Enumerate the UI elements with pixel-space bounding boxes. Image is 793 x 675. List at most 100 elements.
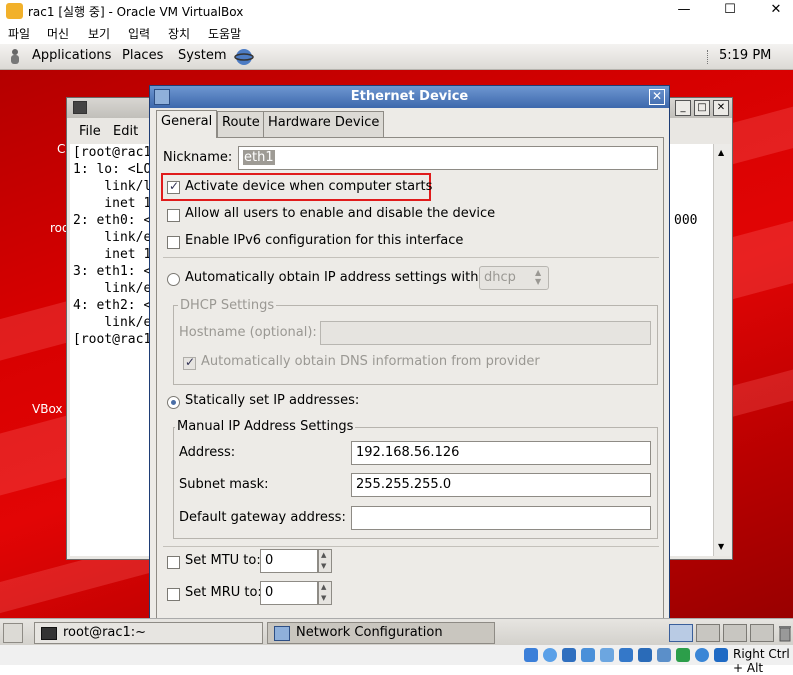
- allow-users-label[interactable]: Allow all users to enable and disable th…: [185, 206, 495, 221]
- separator: [163, 257, 659, 258]
- hdd-icon[interactable]: [524, 648, 538, 662]
- terminal-minimize-button[interactable]: _: [675, 100, 691, 116]
- task-network-label: Network Configuration: [296, 625, 443, 640]
- subnet-label: Subnet mask:: [179, 477, 269, 492]
- network-icon[interactable]: [581, 648, 595, 662]
- dns-checkbox[interactable]: [183, 355, 196, 370]
- spin-arrows-icon: ▲ ▼: [535, 268, 542, 286]
- hostname-label: Hostname (optional):: [179, 325, 317, 340]
- virtualbox-icon: [6, 3, 23, 19]
- display-icon[interactable]: [638, 648, 652, 662]
- menu-devices[interactable]: 장치: [168, 25, 190, 42]
- host-status-bar: Right Ctrl + Alt: [0, 645, 793, 675]
- panel-applications-menu[interactable]: Applications: [32, 48, 111, 63]
- mouse-integration-icon[interactable]: [695, 648, 709, 662]
- menu-view[interactable]: 보기: [88, 25, 110, 42]
- mru-input[interactable]: 0: [260, 581, 318, 605]
- foot-menu-icon[interactable]: [7, 48, 23, 65]
- terminal-menu-file[interactable]: File: [79, 124, 101, 139]
- nickname-label: Nickname:: [163, 150, 233, 165]
- tab-hardware-device[interactable]: Hardware Device: [263, 111, 385, 137]
- host-key-label: Right Ctrl + Alt: [733, 647, 790, 675]
- terminal-overflow-text: 000: [674, 213, 698, 228]
- scroll-up-icon[interactable]: ▲: [718, 148, 724, 157]
- mtu-input[interactable]: 0: [260, 549, 318, 573]
- terminal-icon: [41, 627, 57, 640]
- ipv6-checkbox[interactable]: [167, 236, 180, 249]
- menu-input[interactable]: 입력: [128, 25, 150, 42]
- task-terminal-label: root@rac1:~: [63, 625, 147, 640]
- maximize-button[interactable]: ☐: [707, 0, 753, 22]
- host-menu-bar: 파일 머신 보기 입력 장치 도움말: [0, 22, 793, 44]
- shared-folders-icon[interactable]: [619, 648, 633, 662]
- panel-clock[interactable]: 5:19 PM: [719, 48, 771, 63]
- auto-ip-label[interactable]: Automatically obtain IP address settings…: [185, 270, 483, 285]
- desktop-icon-label[interactable]: C: [57, 142, 65, 156]
- ipv6-label[interactable]: Enable IPv6 configuration for this inter…: [185, 233, 463, 248]
- allow-users-checkbox[interactable]: [167, 209, 180, 222]
- general-tab-panel: Nickname: eth1 Activate device when comp…: [156, 137, 664, 621]
- scroll-down-icon[interactable]: ▼: [718, 542, 724, 551]
- guest-taskbar: root@rac1:~ Network Configuration: [0, 618, 793, 646]
- network-device-icon: [154, 89, 170, 105]
- hostname-input[interactable]: [320, 321, 651, 345]
- task-network-configuration[interactable]: Network Configuration: [267, 622, 495, 644]
- dialog-title: Ethernet Device: [350, 89, 469, 104]
- menu-machine[interactable]: 머신: [47, 25, 69, 42]
- auto-ip-radio[interactable]: [167, 273, 180, 286]
- terminal-maximize-button[interactable]: □: [694, 100, 710, 116]
- mru-checkbox[interactable]: [167, 588, 180, 601]
- trash-icon[interactable]: [778, 624, 792, 642]
- nickname-input[interactable]: eth1: [238, 146, 658, 170]
- tab-route[interactable]: Route: [217, 111, 265, 137]
- task-terminal[interactable]: root@rac1:~: [34, 622, 263, 644]
- host-window-title: rac1 [실행 중] - Oracle VM VirtualBox: [28, 5, 244, 19]
- activate-label[interactable]: Activate device when computer starts: [185, 179, 432, 194]
- panel-system-menu[interactable]: System: [178, 48, 226, 63]
- address-label: Address:: [179, 445, 236, 460]
- recording-icon[interactable]: [657, 648, 671, 662]
- separator: [163, 546, 659, 547]
- dialog-title-bar[interactable]: Ethernet Device ✕: [150, 86, 669, 108]
- dhcp-method-value: dhcp: [484, 270, 516, 285]
- keyboard-capture-icon[interactable]: [714, 648, 728, 662]
- dialog-close-icon[interactable]: ✕: [649, 89, 665, 105]
- address-input[interactable]: 192.168.56.126: [351, 441, 651, 465]
- usb-icon[interactable]: [600, 648, 614, 662]
- workspace-2[interactable]: [696, 624, 720, 642]
- network-browser-icon[interactable]: [234, 48, 254, 66]
- terminal-scrollbar[interactable]: ▲ ▼: [713, 144, 731, 556]
- workspace-1[interactable]: [669, 624, 693, 642]
- workspace-4[interactable]: [750, 624, 774, 642]
- dns-label[interactable]: Automatically obtain DNS information fro…: [201, 354, 540, 369]
- mtu-spinner[interactable]: ▲ ▼: [318, 549, 332, 573]
- menu-help[interactable]: 도움말: [208, 25, 241, 42]
- workspace-3[interactable]: [723, 624, 747, 642]
- cd-icon[interactable]: [543, 648, 557, 662]
- virtualization-icon[interactable]: [676, 648, 690, 662]
- terminal-menu-edit[interactable]: Edit: [113, 124, 138, 139]
- dhcp-settings-title: DHCP Settings: [178, 298, 277, 313]
- minimize-button[interactable]: —: [661, 0, 707, 22]
- manual-ip-title: Manual IP Address Settings: [175, 419, 356, 434]
- dhcp-settings-group: [173, 305, 658, 385]
- static-ip-label[interactable]: Statically set IP addresses:: [185, 393, 359, 408]
- menu-file[interactable]: 파일: [8, 25, 30, 42]
- panel-places-menu[interactable]: Places: [122, 48, 163, 63]
- terminal-close-button[interactable]: ✕: [713, 100, 729, 116]
- mtu-checkbox[interactable]: [167, 556, 180, 569]
- gateway-input[interactable]: [351, 506, 651, 530]
- subnet-input[interactable]: 255.255.255.0: [351, 473, 651, 497]
- mru-label[interactable]: Set MRU to:: [185, 585, 262, 600]
- show-desktop-icon[interactable]: [3, 623, 23, 643]
- desktop-icon-label[interactable]: VBox: [32, 402, 63, 416]
- activate-checkbox[interactable]: [167, 179, 180, 194]
- tab-general[interactable]: General: [156, 110, 218, 138]
- static-ip-radio[interactable]: [167, 396, 180, 409]
- audio-icon[interactable]: [562, 648, 576, 662]
- mru-spinner[interactable]: ▲ ▼: [318, 581, 332, 605]
- close-button[interactable]: ✕: [753, 0, 793, 22]
- dhcp-method-select[interactable]: dhcp ▲ ▼: [479, 266, 549, 290]
- mtu-label[interactable]: Set MTU to:: [185, 553, 261, 568]
- nickname-value: eth1: [243, 150, 275, 165]
